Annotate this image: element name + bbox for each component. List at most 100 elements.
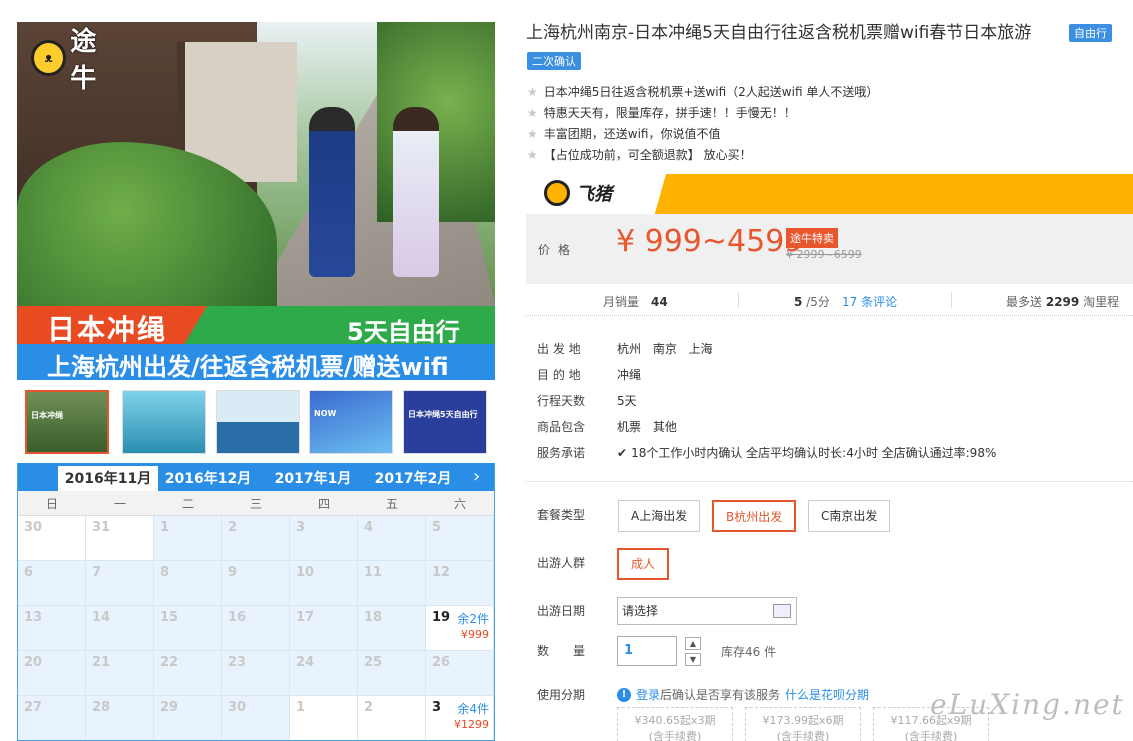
info-label: 商品包含 (537, 420, 586, 434)
thumbnail-4[interactable]: NOW (309, 390, 393, 454)
weekday: 五 (385, 497, 398, 511)
package-label: 套餐类型 (537, 508, 586, 522)
reviews-link[interactable]: 17 条评论 (842, 293, 897, 310)
calendar-day: 9 (222, 561, 290, 606)
tag-free-travel: 自由行 (1069, 24, 1112, 42)
calendar-day-number: 3 (296, 520, 306, 535)
stock-text: 库存46 件 (721, 645, 777, 659)
tuniu-cow-icon: ᴥ (31, 40, 67, 76)
calendar-day-number: 9 (228, 565, 238, 580)
date-label: 出游日期 (537, 604, 586, 618)
calendar-day-number: 8 (160, 565, 170, 580)
hero-person-kimono-blue (309, 107, 355, 277)
thumbnail-2[interactable] (122, 390, 206, 454)
info-value-days: 5天 (617, 394, 637, 408)
thumbnail-5[interactable]: 日本冲绳5天自由行 (403, 390, 487, 454)
calendar-day-number: 5 (432, 520, 442, 535)
fliggy-logo-text: 飞猪 (576, 184, 612, 205)
info-value-includes: 机票 其他 (617, 420, 677, 434)
calendar-day-number: 21 (92, 655, 111, 670)
calendar-day-number: 28 (92, 700, 111, 715)
quantity-label: 数 量 (537, 644, 586, 658)
installment-option-3[interactable]: ¥340.65起x3期 (含手续费) (617, 707, 733, 741)
calendar-day: 2 (222, 516, 290, 561)
calendar-day-number: 11 (364, 565, 383, 580)
info-label: 目 的 地 (537, 368, 581, 382)
tab-month-2[interactable]: 2016年12月 (158, 466, 258, 491)
banner-days: 5天自由行 (347, 318, 460, 346)
installment-label: 使用分期 (537, 688, 586, 702)
calendar-icon (773, 604, 791, 618)
weekday: 一 (113, 497, 126, 511)
date-select[interactable]: 请选择 (617, 597, 797, 625)
quantity-input[interactable]: 1 (617, 636, 677, 666)
feature-item: ★ 日本冲绳5日往返含税机票+送wifi（2人起送wifi 单人不送哦） (527, 85, 879, 99)
calendar-day-number: 3 (432, 700, 442, 715)
calendar-day-number: 23 (228, 655, 247, 670)
tuniu-logo-text: 途牛 (70, 27, 97, 94)
installment-option-6[interactable]: ¥173.99起x6期 (含手续费) (745, 707, 861, 741)
calendar-day: 21 (86, 651, 154, 696)
sales-stats: 月销量 44 5 /5分 17 条评论 最多送 2299 淘里程 (526, 286, 1133, 316)
price-box: 飞猪 价格 ¥ 999~4599 途牛特卖 ¥ 2999~6599 (526, 174, 1133, 284)
calendar-day: 17 (290, 606, 358, 651)
calendar-day: 30 (18, 516, 86, 561)
tab-month-3[interactable]: 2017年1月 (263, 466, 363, 491)
calendar-day[interactable]: 3 余4件 ¥1299 (426, 696, 494, 740)
product-title: 上海杭州南京-日本冲绳5天自由行往返含税机票赠wifi春节日本旅游 (526, 23, 1032, 43)
price-label: 价格 (538, 243, 579, 257)
installment-notice: ! 登录后确认是否享有该服务 什么是花呗分期 (617, 686, 869, 703)
thumbnail-1[interactable]: 日本冲绳 (25, 390, 109, 454)
calendar-day-number: 4 (364, 520, 374, 535)
quantity-down-button[interactable]: ▼ (685, 653, 701, 666)
info-label: 行程天数 (537, 394, 586, 408)
weekday: 三 (249, 497, 262, 511)
thumbnail-label: NOW (314, 409, 337, 418)
huabei-help-link[interactable]: 什么是花呗分期 (785, 686, 869, 703)
feature-item: ★ 特惠天天有，限量库存，拼手速！！手慢无！！ (527, 106, 796, 120)
weekday: 二 (181, 497, 194, 511)
calendar-day: 1 (290, 696, 358, 740)
tab-month-1[interactable]: 2016年11月 (58, 466, 158, 491)
package-option-c[interactable]: C南京出发 (808, 500, 891, 532)
calendar-day: 10 (290, 561, 358, 606)
calendar-day: 28 (86, 696, 154, 740)
calendar-day: 29 (154, 696, 222, 740)
calendar-day: 1 (154, 516, 222, 561)
package-option-a[interactable]: A上海出发 (618, 500, 701, 532)
calendar-day: 20 (18, 651, 86, 696)
people-option-adult[interactable]: 成人 (617, 548, 669, 580)
calendar-day: 25 (358, 651, 426, 696)
calendar-weekdays: 日 一 二 三 四 五 六 (18, 491, 494, 516)
calendar-day-number: 18 (364, 610, 383, 625)
calendar-day-number: 15 (160, 610, 179, 625)
calendar-day-number: 26 (432, 655, 451, 670)
product-main-image[interactable]: ᴥ 途牛 日本冲绳 5天自由行 上海杭州出发/往返含税机票/赠送wifi (17, 22, 495, 380)
people-label: 出游人群 (537, 556, 586, 570)
calendar-day: 6 (18, 561, 86, 606)
watermark: eLuXing.net (930, 688, 1125, 721)
calendar-day[interactable]: 19 余2件 ¥999 (426, 606, 494, 651)
thumbnail-3[interactable] (216, 390, 300, 454)
login-link[interactable]: 登录 (636, 688, 660, 702)
fliggy-icon (544, 180, 570, 206)
package-option-b[interactable]: B杭州出发 (712, 500, 797, 532)
star-icon: ★ (527, 127, 538, 141)
calendar-day: 13 (18, 606, 86, 651)
tab-month-4[interactable]: 2017年2月 (363, 466, 463, 491)
info-value-destination: 冲绳 (617, 368, 642, 382)
calendar-day-number: 29 (160, 700, 179, 715)
calendar-day: 23 (222, 651, 290, 696)
calendar-day-number: 2 (364, 700, 374, 715)
calendar-day: 22 (154, 651, 222, 696)
calendar-day-number: 17 (296, 610, 315, 625)
price-badge: 途牛特卖 (786, 228, 838, 248)
calendar-day: 18 (358, 606, 426, 651)
chevron-right-icon[interactable]: › (473, 466, 480, 487)
check-circle-icon: ✔ (617, 446, 628, 460)
quantity-up-button[interactable]: ▲ (685, 637, 701, 650)
rating: 5 /5分 (794, 295, 830, 309)
calendar-day-number: 19 (432, 610, 451, 625)
calendar-day-stock: 余2件 (457, 612, 489, 626)
star-icon: ★ (527, 106, 538, 120)
